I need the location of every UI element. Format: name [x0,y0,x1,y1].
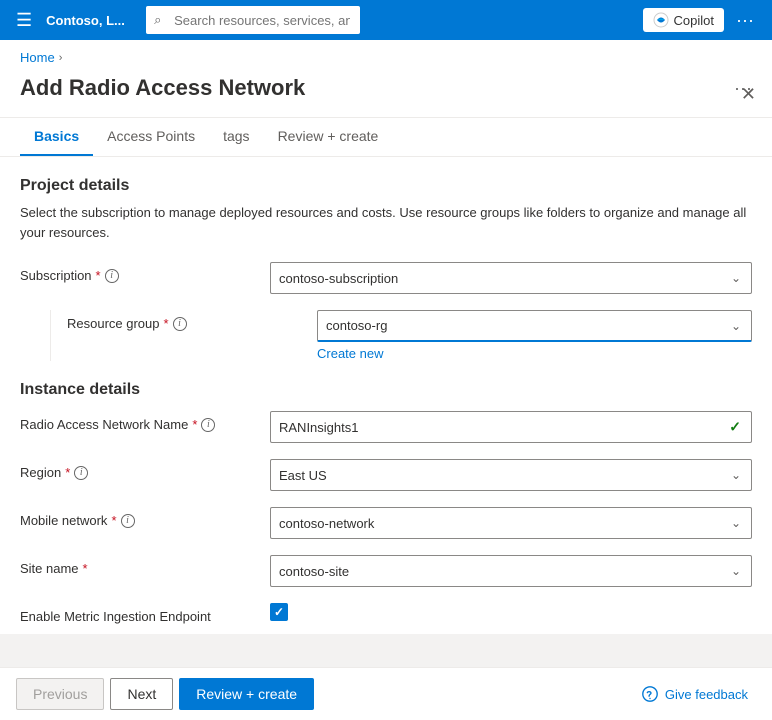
region-field-wrapper: East US ⌄ [270,459,752,491]
region-chevron-icon: ⌄ [731,468,741,482]
subscription-field-wrapper: contoso-subscription ⌄ [270,262,752,294]
region-required: * [65,465,70,480]
project-details-desc: Select the subscription to manage deploy… [20,203,752,242]
mobile-network-select-wrapper: contoso-network ⌄ [270,507,752,539]
review-create-button[interactable]: Review + create [179,678,314,710]
next-button[interactable]: Next [110,678,173,710]
navbar: ☰ Contoso, L... ⌕ Copilot ··· [0,0,772,40]
mobile-network-required: * [111,513,116,528]
metric-ingestion-label: Enable Metric Ingestion Endpoint [20,603,260,624]
form-content: Project details Select the subscription … [0,157,772,634]
navbar-right: Copilot ··· [643,6,760,35]
resource-group-field-wrapper: contoso-rg ⌄ Create new [317,310,752,361]
ran-name-group: Radio Access Network Name * i RANInsight… [20,411,752,443]
tabs: Basics Access Points tags Review + creat… [0,118,772,157]
navbar-more-icon[interactable]: ··· [730,6,760,35]
hamburger-icon[interactable]: ☰ [12,6,36,35]
instance-details-title: Instance details [20,381,752,399]
mobile-network-info-icon[interactable]: i [121,514,135,528]
breadcrumb-separator: › [59,52,63,64]
tab-access-points[interactable]: Access Points [93,118,209,156]
breadcrumb: Home › [0,40,772,71]
search-icon: ⌕ [154,12,161,28]
content-area: Home › Add Radio Access Network ··· ✕ Ba… [0,40,772,634]
ran-name-required: * [192,417,197,432]
tab-tags[interactable]: tags [209,118,263,156]
subscription-label: Subscription * i [20,262,260,283]
region-group: Region * i East US ⌄ [20,459,752,491]
region-label: Region * i [20,459,260,480]
resource-group-info-icon[interactable]: i [173,317,187,331]
subscription-select-wrapper: contoso-subscription ⌄ [270,262,752,294]
ran-name-field-wrapper: RANInsights1 ✓ [270,411,752,443]
copilot-button[interactable]: Copilot [643,8,724,32]
ran-name-check-icon: ✓ [729,419,741,436]
project-details-title: Project details [20,177,752,195]
resource-group-required: * [164,316,169,331]
site-name-field-wrapper: contoso-site ⌄ [270,555,752,587]
brand-name: Contoso, L... [46,13,136,28]
page-header: Add Radio Access Network ··· ✕ [0,71,772,118]
tab-review-create[interactable]: Review + create [264,118,393,156]
search-wrapper: ⌕ [146,6,526,34]
ran-name-select[interactable]: RANInsights1 ✓ [270,411,752,443]
give-feedback-label: Give feedback [665,687,748,702]
mobile-network-label: Mobile network * i [20,507,260,528]
site-name-select-wrapper: contoso-site ⌄ [270,555,752,587]
region-info-icon[interactable]: i [74,466,88,480]
region-select-wrapper: East US ⌄ [270,459,752,491]
metric-ingestion-group: Enable Metric Ingestion Endpoint [20,603,752,624]
site-name-chevron-icon: ⌄ [731,564,741,578]
footer: Previous Next Review + create Give feedb… [0,667,772,720]
breadcrumb-home[interactable]: Home [20,50,55,65]
site-name-required: * [83,561,88,576]
subscription-select[interactable]: contoso-subscription ⌄ [270,262,752,294]
copilot-icon [653,12,669,28]
resource-group-label: Resource group * i [67,310,307,331]
resource-group-form-group: Resource group * i contoso-rg ⌄ Create n… [50,310,752,361]
ran-name-select-wrapper: RANInsights1 ✓ [270,411,752,443]
subscription-group: Subscription * i contoso-subscription ⌄ [20,262,752,294]
subscription-info-icon[interactable]: i [105,269,119,283]
create-new-link[interactable]: Create new [317,346,383,361]
mobile-network-group: Mobile network * i contoso-network ⌄ [20,507,752,539]
mobile-network-select[interactable]: contoso-network ⌄ [270,507,752,539]
site-name-label: Site name * [20,555,260,576]
resource-group-chevron-icon: ⌄ [731,319,741,333]
search-input[interactable] [146,6,360,34]
subscription-chevron-icon: ⌄ [731,271,741,285]
page-title: Add Radio Access Network [20,75,726,101]
site-name-select[interactable]: contoso-site ⌄ [270,555,752,587]
metric-ingestion-field-wrapper [270,603,752,621]
subscription-required: * [96,268,101,283]
previous-button[interactable]: Previous [16,678,104,710]
resource-group-select[interactable]: contoso-rg ⌄ [317,310,752,342]
metric-ingestion-checkbox[interactable] [270,603,288,621]
tab-basics[interactable]: Basics [20,118,93,156]
give-feedback-button[interactable]: Give feedback [633,681,756,707]
ran-name-label: Radio Access Network Name * i [20,411,260,432]
close-button[interactable]: ✕ [741,85,756,103]
copilot-label: Copilot [674,13,714,28]
ran-name-info-icon[interactable]: i [201,418,215,432]
resource-group-select-wrapper: contoso-rg ⌄ [317,310,752,342]
metric-ingestion-checkbox-wrapper [270,603,752,621]
feedback-icon [641,685,659,703]
mobile-network-field-wrapper: contoso-network ⌄ [270,507,752,539]
region-select[interactable]: East US ⌄ [270,459,752,491]
site-name-group: Site name * contoso-site ⌄ [20,555,752,587]
mobile-network-chevron-icon: ⌄ [731,516,741,530]
